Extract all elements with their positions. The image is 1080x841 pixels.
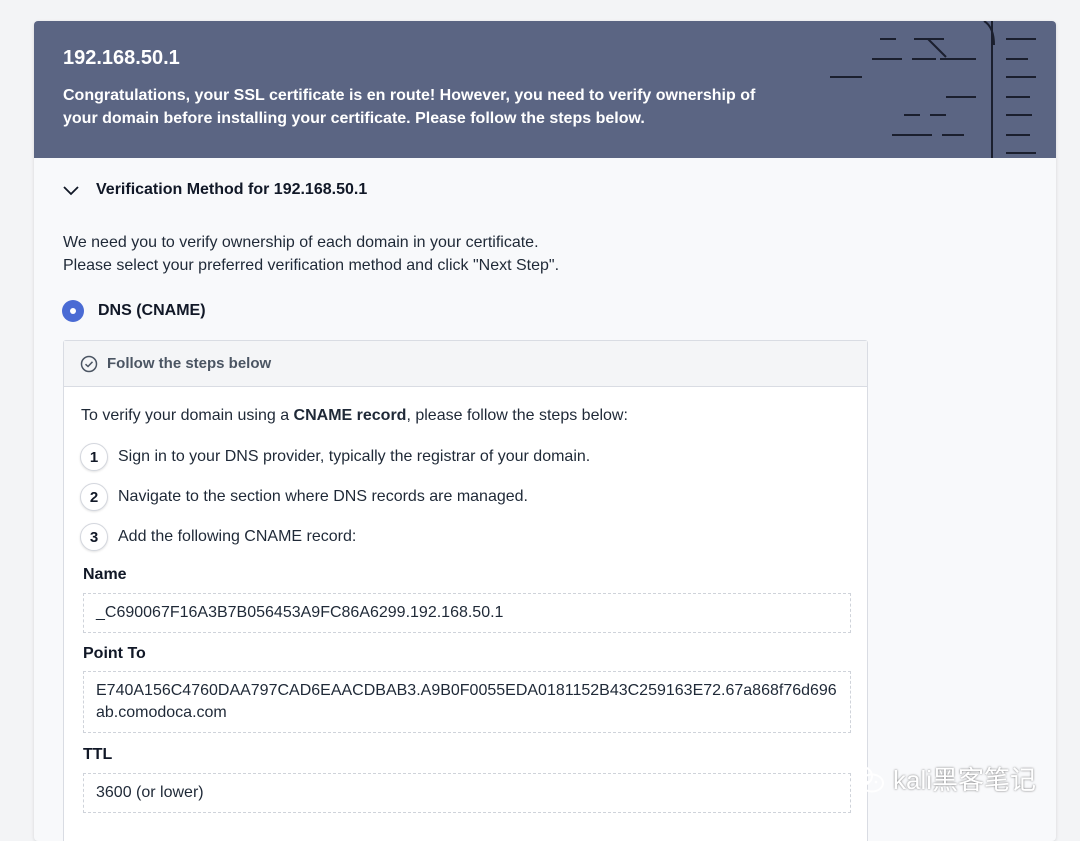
intro-text: We need you to verify ownership of each … bbox=[63, 231, 559, 277]
chevron-down-icon bbox=[63, 186, 79, 196]
decorative-lines-icon bbox=[830, 21, 1036, 158]
section-title: Verification Method for 192.168.50.1 bbox=[96, 181, 368, 198]
steps-header-label: Follow the steps below bbox=[107, 355, 272, 372]
watermark-text: kali黑客笔记 bbox=[893, 765, 1037, 795]
step-item: 2 Navigate to the section where DNS reco… bbox=[80, 483, 528, 511]
step-number: 1 bbox=[80, 443, 108, 471]
step-text: Navigate to the section where DNS record… bbox=[118, 488, 528, 505]
step-item: 1 Sign in to your DNS provider, typicall… bbox=[80, 443, 590, 471]
lead-prefix: To verify your domain using a bbox=[81, 407, 294, 424]
intro-line-2: Please select your preferred verificatio… bbox=[63, 257, 560, 274]
intro-line-1: We need you to verify ownership of each … bbox=[63, 234, 539, 251]
ttl-label: TTL bbox=[83, 746, 113, 763]
wechat-icon bbox=[845, 764, 884, 792]
ttl-value-field[interactable]: 3600 (or lower) bbox=[83, 773, 851, 813]
watermark: kali黑客笔记 bbox=[843, 760, 1036, 797]
steps-panel-header: Follow the steps below bbox=[64, 341, 867, 387]
name-label: Name bbox=[83, 566, 127, 583]
lead-bold: CNAME record bbox=[293, 407, 407, 424]
step-text: Add the following CNAME record: bbox=[118, 528, 357, 545]
check-circle-icon bbox=[80, 355, 98, 372]
step-number: 3 bbox=[80, 523, 108, 551]
step-item: 3 Add the following CNAME record: bbox=[80, 523, 356, 551]
lead-suffix: , please follow the steps below: bbox=[406, 407, 628, 424]
point-to-label: Point To bbox=[83, 645, 146, 662]
dns-cname-label: DNS (CNAME) bbox=[98, 302, 206, 319]
steps-lead: To verify your domain using a CNAME reco… bbox=[81, 407, 628, 425]
dns-cname-option[interactable]: DNS (CNAME) bbox=[62, 300, 206, 322]
domain-title: 192.168.50.1 bbox=[63, 47, 180, 69]
step-text: Sign in to your DNS provider, typically … bbox=[118, 448, 591, 465]
header-banner: 192.168.50.1 Congratulations, your SSL c… bbox=[34, 21, 1056, 158]
header-message: Congratulations, your SSL certificate is… bbox=[63, 87, 756, 127]
verification-method-toggle[interactable]: Verification Method for 192.168.50.1 bbox=[60, 179, 367, 201]
verification-card: 192.168.50.1 Congratulations, your SSL c… bbox=[34, 21, 1056, 841]
radio-selected-icon[interactable] bbox=[62, 300, 84, 322]
step-number: 2 bbox=[80, 483, 108, 511]
steps-panel: Follow the steps below To verify your do… bbox=[63, 340, 868, 841]
point-to-value-field[interactable]: E740A156C4760DAA797CAD6EAACDBAB3.A9B0F00… bbox=[83, 671, 851, 733]
name-value-field[interactable]: _C690067F16A3B7B056453A9FC86A6299.192.16… bbox=[83, 593, 851, 633]
